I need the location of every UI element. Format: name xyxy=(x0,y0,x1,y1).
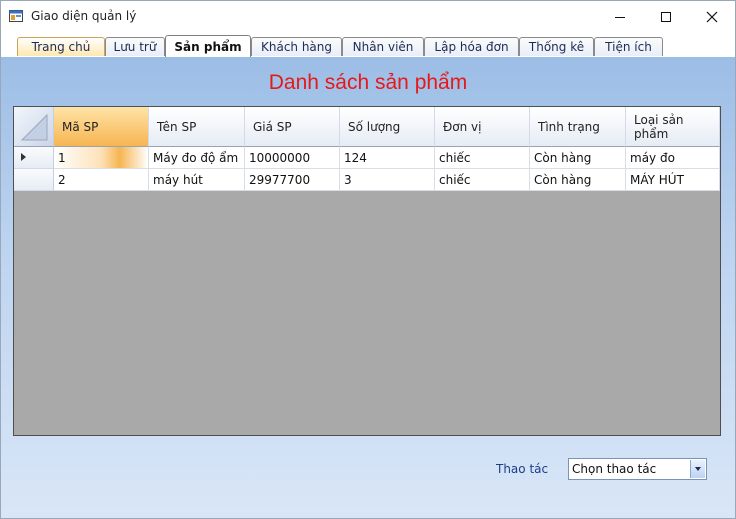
close-button[interactable] xyxy=(689,1,735,33)
grid-header: Mã SP Tên SP Giá SP Số lượng Đơn vị Tình… xyxy=(14,107,720,147)
table-cell[interactable]: chiếc xyxy=(435,147,530,169)
table-cell[interactable]: MÁY HÚT xyxy=(626,169,720,191)
select-all-icon xyxy=(20,113,48,141)
tab-label: Thống kê xyxy=(528,40,585,54)
app-icon xyxy=(9,10,23,22)
tab-invoice[interactable]: Lập hóa đơn xyxy=(424,37,519,56)
table-cell[interactable]: máy hút xyxy=(149,169,245,191)
column-header[interactable]: Mã SP xyxy=(54,107,149,147)
close-icon xyxy=(706,11,718,23)
tab-label: Sản phẩm xyxy=(174,39,242,54)
column-header[interactable]: Giá SP xyxy=(245,107,340,147)
column-header[interactable]: Tình trạng xyxy=(530,107,626,147)
select-all-cell[interactable] xyxy=(14,107,54,147)
tab-home[interactable]: Trang chủ xyxy=(17,37,105,56)
table-cell[interactable]: 3 xyxy=(340,169,435,191)
tab-label: Trang chủ xyxy=(31,40,91,54)
row-header[interactable] xyxy=(14,169,54,191)
table-row[interactable]: 1 Máy đo độ ẩm 10000000 124 chiếc Còn hà… xyxy=(14,147,720,169)
dropdown-arrow-icon xyxy=(695,467,701,471)
tab-page-products: Danh sách sản phẩm Mã SP Tên SP Giá SP S… xyxy=(1,57,735,518)
tab-strip: Trang chủ Lưu trữ Sản phẩm Khách hàng Nh… xyxy=(1,33,735,57)
table-cell[interactable]: 2 xyxy=(54,169,149,191)
action-select[interactable]: Chọn thao tác xyxy=(568,458,707,480)
maximize-button[interactable] xyxy=(643,1,689,33)
minimize-button[interactable] xyxy=(597,1,643,33)
tab-storage[interactable]: Lưu trữ xyxy=(105,37,165,56)
minimize-icon xyxy=(615,17,625,18)
table-cell[interactable]: 124 xyxy=(340,147,435,169)
action-label: Thao tác xyxy=(496,462,549,476)
table-cell[interactable]: Máy đo độ ẩm xyxy=(149,147,245,169)
tab-utilities[interactable]: Tiện ích xyxy=(594,37,663,56)
tab-label: Nhân viên xyxy=(352,40,414,54)
tab-customers[interactable]: Khách hàng xyxy=(251,37,342,56)
title-bar: Giao diện quản lý xyxy=(1,1,735,33)
tab-label: Tiện ích xyxy=(605,40,652,54)
tab-label: Lưu trữ xyxy=(113,40,157,54)
window-title: Giao diện quản lý xyxy=(31,9,137,23)
column-header[interactable]: Số lượng xyxy=(340,107,435,147)
tab-label: Lập hóa đơn xyxy=(434,40,509,54)
product-grid[interactable]: Mã SP Tên SP Giá SP Số lượng Đơn vị Tình… xyxy=(13,106,721,436)
table-cell[interactable]: 10000000 xyxy=(245,147,340,169)
row-header[interactable] xyxy=(14,147,54,169)
table-row[interactable]: 2 máy hút 29977700 3 chiếc Còn hàng MÁY … xyxy=(14,169,720,191)
column-header[interactable]: Đơn vị xyxy=(435,107,530,147)
row-pointer-icon xyxy=(21,153,26,161)
action-select-value: Chọn thao tác xyxy=(572,462,657,476)
table-cell[interactable]: 1 xyxy=(54,147,149,169)
tab-products[interactable]: Sản phẩm xyxy=(165,35,251,57)
column-header[interactable]: Tên SP xyxy=(149,107,245,147)
app-window: Giao diện quản lý Trang chủ Lưu trữ Sản … xyxy=(0,0,736,519)
tab-employees[interactable]: Nhân viên xyxy=(342,37,424,56)
table-cell[interactable]: Còn hàng xyxy=(530,147,626,169)
table-cell[interactable]: chiếc xyxy=(435,169,530,191)
table-cell[interactable]: Còn hàng xyxy=(530,169,626,191)
tab-statistics[interactable]: Thống kê xyxy=(519,37,594,56)
table-cell[interactable]: máy đo xyxy=(626,147,720,169)
action-dropdown-button[interactable] xyxy=(690,460,705,478)
tab-label: Khách hàng xyxy=(260,40,333,54)
maximize-icon xyxy=(661,12,671,22)
page-title: Danh sách sản phẩm xyxy=(268,71,468,94)
column-header[interactable]: Loại sản phẩm xyxy=(626,107,720,147)
table-cell[interactable]: 29977700 xyxy=(245,169,340,191)
